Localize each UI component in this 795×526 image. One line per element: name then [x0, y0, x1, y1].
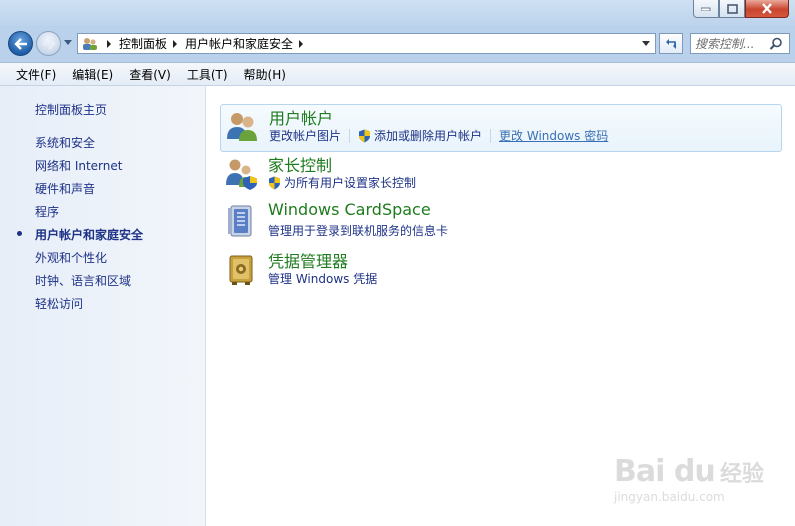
- cardspace-icon[interactable]: [224, 204, 258, 238]
- navigation-bar: 控制面板 用户帐户和家庭安全: [0, 26, 795, 62]
- sidebar-item-ease-of-access[interactable]: 轻松访问: [35, 295, 83, 312]
- category-user-accounts: 用户帐户 更改帐户图片 添加或删除用户帐户 更改 Windows 密码: [220, 104, 782, 152]
- link-divider: [490, 128, 492, 143]
- back-arrow-icon: [13, 37, 27, 50]
- change-account-picture-link[interactable]: 更改帐户图片: [269, 127, 341, 144]
- menu-file[interactable]: 文件(F): [10, 66, 62, 83]
- users-icon[interactable]: [225, 109, 259, 143]
- set-parental-controls-link[interactable]: 为所有用户设置家长控制: [284, 174, 416, 191]
- category-title-windows-cardspace[interactable]: Windows CardSpace: [268, 200, 431, 219]
- link-divider: [349, 128, 351, 143]
- sidebar-item-system-security[interactable]: 系统和安全: [35, 134, 95, 151]
- address-dropdown-icon[interactable]: [642, 41, 650, 46]
- refresh-button[interactable]: [659, 33, 683, 54]
- baidu-jingyan-watermark: Bai du 经验 jingyan.baidu.com: [612, 442, 787, 512]
- parental-controls-icon[interactable]: [224, 156, 258, 190]
- menu-edit[interactable]: 编辑(E): [66, 66, 119, 83]
- change-windows-password-link[interactable]: 更改 Windows 密码: [499, 127, 608, 144]
- forward-button[interactable]: [36, 31, 61, 56]
- category-windows-cardspace: Windows CardSpace 管理用于登录到联机服务的信息卡: [220, 200, 782, 248]
- breadcrumb-separator[interactable]: [107, 39, 111, 48]
- uac-shield-icon: [359, 129, 371, 142]
- category-title-parental-controls[interactable]: 家长控制: [268, 152, 332, 176]
- breadcrumb-control-panel[interactable]: 控制面板: [119, 35, 167, 52]
- minimize-button[interactable]: [693, 0, 719, 18]
- sidebar-item-programs[interactable]: 程序: [35, 203, 59, 220]
- sidebar-item-network-internet[interactable]: 网络和 Internet: [35, 157, 122, 174]
- title-bar: [0, 0, 795, 26]
- menu-bar: 文件(F) 编辑(E) 查看(V) 工具(T) 帮助(H): [0, 62, 795, 86]
- uac-shield-icon: [269, 176, 280, 189]
- minimize-icon: [701, 7, 711, 11]
- menu-view[interactable]: 查看(V): [123, 66, 177, 83]
- maximize-button[interactable]: [719, 0, 745, 18]
- main-content: 用户帐户 更改帐户图片 添加或删除用户帐户 更改 Windows 密码 家长控制: [206, 86, 795, 526]
- sidebar-item-user-accounts-family-safety[interactable]: 用户帐户和家庭安全: [35, 226, 143, 243]
- category-title-credential-manager[interactable]: 凭据管理器: [268, 248, 348, 272]
- breadcrumb-separator[interactable]: [299, 39, 304, 48]
- recent-pages-dropdown[interactable]: [64, 40, 72, 45]
- credential-vault-icon[interactable]: [224, 252, 258, 286]
- caption-buttons: [693, 0, 789, 18]
- category-credential-manager: 凭据管理器 管理 Windows 凭据: [220, 248, 782, 296]
- sidebar-item-appearance-personalization[interactable]: 外观和个性化: [35, 249, 107, 266]
- menu-help[interactable]: 帮助(H): [238, 66, 292, 83]
- category-links: 为所有用户设置家长控制: [268, 174, 416, 191]
- close-button[interactable]: [745, 0, 789, 18]
- forward-arrow-icon: [42, 37, 56, 50]
- search-input[interactable]: [695, 36, 769, 51]
- breadcrumb-separator[interactable]: [173, 39, 178, 48]
- close-icon: [762, 3, 772, 14]
- current-page-bullet: [17, 231, 22, 236]
- left-navigation-pane: 控制面板主页 系统和安全 网络和 Internet 硬件和声音 程序 用户帐户和…: [0, 86, 206, 526]
- sidebar-item-hardware-sound[interactable]: 硬件和声音: [35, 180, 95, 197]
- maximize-icon: [726, 3, 738, 14]
- search-icon[interactable]: [769, 37, 783, 51]
- menu-tools[interactable]: 工具(T): [181, 66, 234, 83]
- category-parental-controls: 家长控制 为所有用户设置家长控制: [220, 152, 782, 200]
- category-links: 管理 Windows 凭据: [268, 270, 377, 287]
- refresh-icon: [666, 38, 676, 49]
- manage-windows-credentials-link[interactable]: 管理 Windows 凭据: [268, 270, 377, 287]
- category-title-user-accounts[interactable]: 用户帐户: [269, 105, 333, 129]
- breadcrumb-user-accounts-family-safety[interactable]: 用户帐户和家庭安全: [185, 35, 293, 52]
- manage-information-cards-link[interactable]: 管理用于登录到联机服务的信息卡: [268, 222, 448, 239]
- search-box[interactable]: [690, 33, 790, 54]
- watermark-url: jingyan.baidu.com: [614, 490, 725, 504]
- category-links: 管理用于登录到联机服务的信息卡: [268, 222, 448, 239]
- sidebar-item-control-panel-home[interactable]: 控制面板主页: [35, 101, 107, 118]
- category-links: 更改帐户图片 添加或删除用户帐户 更改 Windows 密码: [269, 127, 608, 144]
- address-bar[interactable]: 控制面板 用户帐户和家庭安全: [77, 33, 656, 54]
- back-button[interactable]: [8, 31, 33, 56]
- user-accounts-small-icon: [82, 37, 98, 51]
- watermark-brand: Bai du: [614, 454, 716, 489]
- sidebar-item-clock-language-region[interactable]: 时钟、语言和区域: [35, 272, 131, 289]
- add-remove-user-accounts-link[interactable]: 添加或删除用户帐户: [374, 127, 482, 144]
- watermark-brand-cn: 经验: [720, 462, 765, 487]
